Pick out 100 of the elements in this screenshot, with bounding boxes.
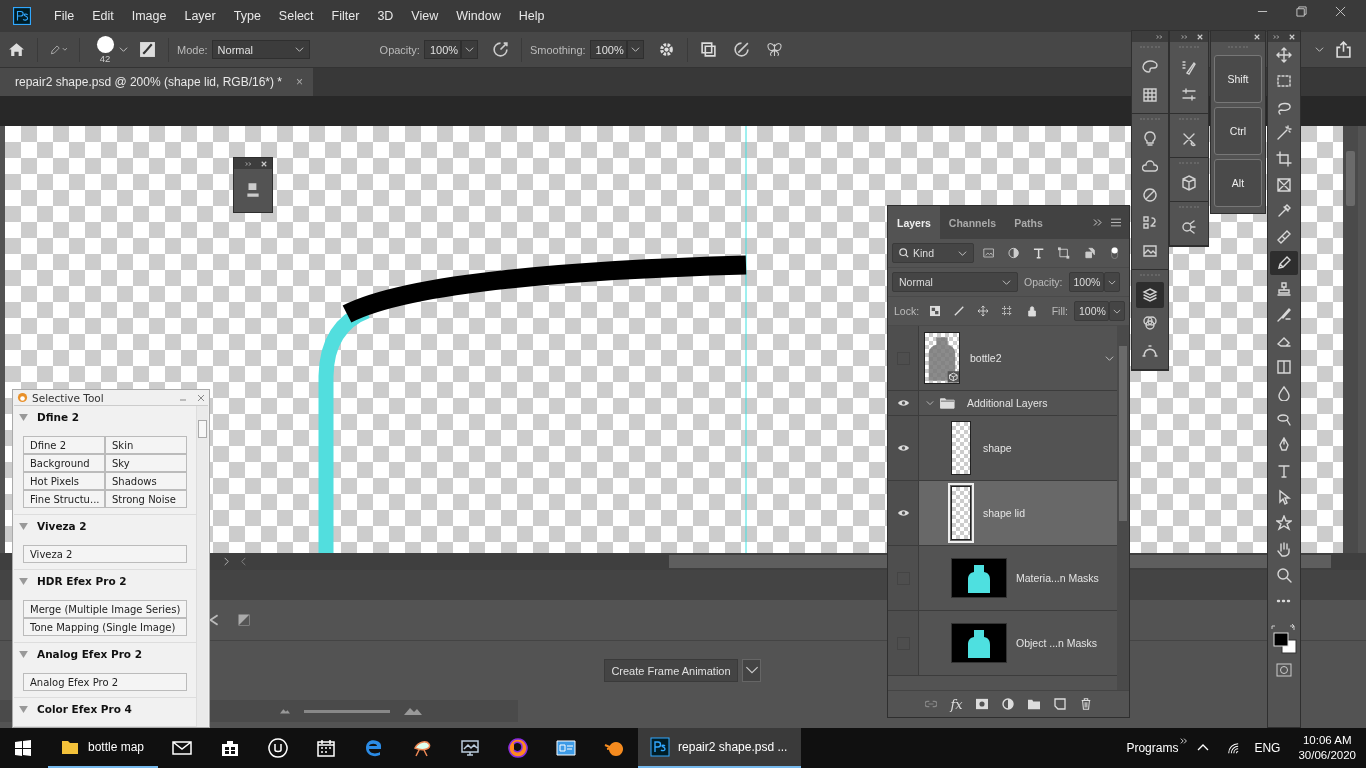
section-heading[interactable]: Dfine 2 [37, 411, 80, 423]
close-icon[interactable] [1196, 33, 1204, 40]
wifi-icon[interactable] [1227, 742, 1240, 754]
blend-mode-dropdown[interactable]: Normal [892, 272, 1018, 292]
half-square-icon[interactable] [238, 614, 250, 626]
section-heading[interactable]: Analog Efex Pro 2 [37, 648, 142, 660]
filter-button[interactable]: Viveza 2 [23, 545, 187, 563]
filter-button[interactable]: Strong Noise [105, 490, 187, 508]
restore-icon[interactable] [1296, 5, 1307, 17]
filter-button[interactable]: Analog Efex Pro 2 [23, 673, 187, 691]
section-heading[interactable]: HDR Efex Pro 2 [37, 575, 127, 587]
section-heading[interactable]: Viveza 2 [37, 520, 87, 532]
chevron-down-icon[interactable] [1315, 45, 1324, 54]
brush-settings-icon[interactable] [139, 41, 156, 58]
filter-button[interactable]: Dfine 2 [23, 436, 105, 454]
half-circle-icon[interactable] [1007, 247, 1019, 259]
four-arrows-icon[interactable] [978, 305, 989, 317]
lock-icon[interactable] [1026, 305, 1037, 317]
filter-button[interactable]: Background [23, 454, 105, 472]
collapse-arrows-icon[interactable] [1156, 33, 1164, 40]
section-heading[interactable]: Color Efex Pro 4 [37, 703, 132, 715]
filter-button[interactable]: Skin [105, 436, 187, 454]
eye-icon[interactable] [896, 399, 910, 407]
modifier-key-button[interactable]: Alt [1214, 159, 1262, 207]
mask-icon[interactable] [975, 698, 988, 710]
menu-item[interactable]: Filter [322, 9, 369, 23]
layer-row[interactable]: bottle2 [888, 326, 1117, 391]
layer-row[interactable]: Materia...n Masks [888, 546, 1117, 611]
filter-button[interactable]: Fine Structu... [23, 490, 105, 508]
close-icon[interactable] [1335, 5, 1346, 17]
layer-row[interactable]: shape [888, 416, 1117, 481]
pressure-opacity-icon[interactable] [491, 41, 509, 58]
pressure-size-icon[interactable] [699, 41, 717, 58]
chevron-left-icon[interactable] [208, 614, 220, 626]
fill-field[interactable]: 100% [1074, 301, 1109, 321]
chevron-down-icon[interactable] [1105, 353, 1114, 363]
layer-row[interactable]: shape lid [888, 481, 1117, 546]
vertical-scrollbar[interactable] [1343, 126, 1358, 553]
large-mountain-icon[interactable] [404, 707, 422, 715]
trash-icon[interactable] [1079, 698, 1092, 710]
close-icon[interactable] [260, 160, 268, 167]
document-tab[interactable]: repair2 shape.psd @ 200% (shape lid, RGB/16*) * × [0, 68, 313, 96]
filter-button[interactable]: Shadows [105, 472, 187, 490]
double-chevron-icon[interactable] [1180, 737, 1189, 745]
menu-item[interactable]: 3D [368, 9, 403, 23]
zoom-slider[interactable] [304, 709, 390, 713]
menu-icon[interactable] [1111, 218, 1121, 227]
layer-style-button[interactable]: fx [950, 696, 963, 712]
filter-button[interactable]: Hot Pixels [23, 472, 105, 490]
menu-item[interactable]: Help [509, 9, 554, 23]
collapse-arrows-icon[interactable] [245, 160, 253, 167]
panel-tab[interactable]: Paths [1005, 206, 1052, 239]
menu-item[interactable]: Layer [175, 9, 225, 23]
filter-button[interactable]: Tone Mapping (Single Image) [23, 618, 187, 636]
panel-button[interactable] [1136, 282, 1164, 308]
plugin-icon[interactable] [244, 181, 262, 199]
filter-button[interactable]: Sky [105, 454, 187, 472]
eye-icon[interactable] [896, 444, 910, 452]
modifier-key-button[interactable]: Shift [1214, 55, 1262, 103]
tool-button[interactable] [1270, 251, 1298, 275]
opacity-field[interactable]: 100% [1068, 272, 1104, 292]
folder-icon[interactable] [1027, 698, 1040, 710]
menu-item[interactable]: File [45, 9, 84, 23]
menu-item[interactable]: Edit [83, 9, 123, 23]
color-swatches-icon[interactable] [1270, 624, 1298, 654]
menu-item[interactable]: Window [447, 9, 510, 23]
collapse-arrows-icon[interactable] [1273, 33, 1281, 40]
image-icon[interactable] [982, 247, 994, 259]
vertical-scrollbar[interactable] [1117, 326, 1129, 690]
layer-row[interactable]: Object ...n Masks [888, 611, 1117, 676]
close-icon[interactable] [1253, 33, 1261, 40]
layer-row[interactable]: Additional Layers [888, 391, 1117, 416]
type-icon[interactable] [1033, 247, 1045, 259]
close-icon[interactable] [1288, 33, 1296, 40]
filter-button[interactable]: Merge (Multiple Image Series) [23, 600, 187, 618]
butterfly-icon[interactable] [765, 41, 783, 58]
chevron-right-icon[interactable] [222, 557, 231, 566]
panel-tab[interactable]: Layers [888, 206, 940, 239]
filter-kind-dropdown[interactable]: Kind [892, 243, 974, 263]
menu-item[interactable]: Image [122, 9, 176, 23]
artboard-icon[interactable] [1002, 305, 1013, 317]
modifier-key-button[interactable]: Ctrl [1214, 107, 1262, 155]
vertical-scrollbar[interactable] [196, 406, 208, 727]
programs-toolbar[interactable]: Programs [1126, 741, 1179, 755]
settings-icon[interactable] [657, 41, 675, 58]
language-indicator[interactable]: ENG [1254, 741, 1281, 755]
transform-icon[interactable] [1058, 247, 1070, 259]
new-layer-icon[interactable] [1053, 698, 1066, 710]
toggle-icon[interactable] [1108, 247, 1120, 259]
panel-tab[interactable]: Channels [939, 206, 1006, 239]
menu-item[interactable]: Type [224, 9, 270, 23]
target-brush-icon[interactable] [732, 41, 750, 58]
close-icon[interactable] [197, 393, 205, 402]
home-icon[interactable] [8, 41, 25, 58]
eye-icon[interactable] [896, 509, 910, 517]
menu-item[interactable]: View [402, 9, 448, 23]
windows-start-icon[interactable] [15, 740, 31, 756]
taskbar-app[interactable]: repair2 shape.psd ... [638, 728, 802, 768]
brush-tip-icon[interactable] [95, 35, 115, 54]
chevron-down-icon[interactable] [119, 45, 128, 54]
